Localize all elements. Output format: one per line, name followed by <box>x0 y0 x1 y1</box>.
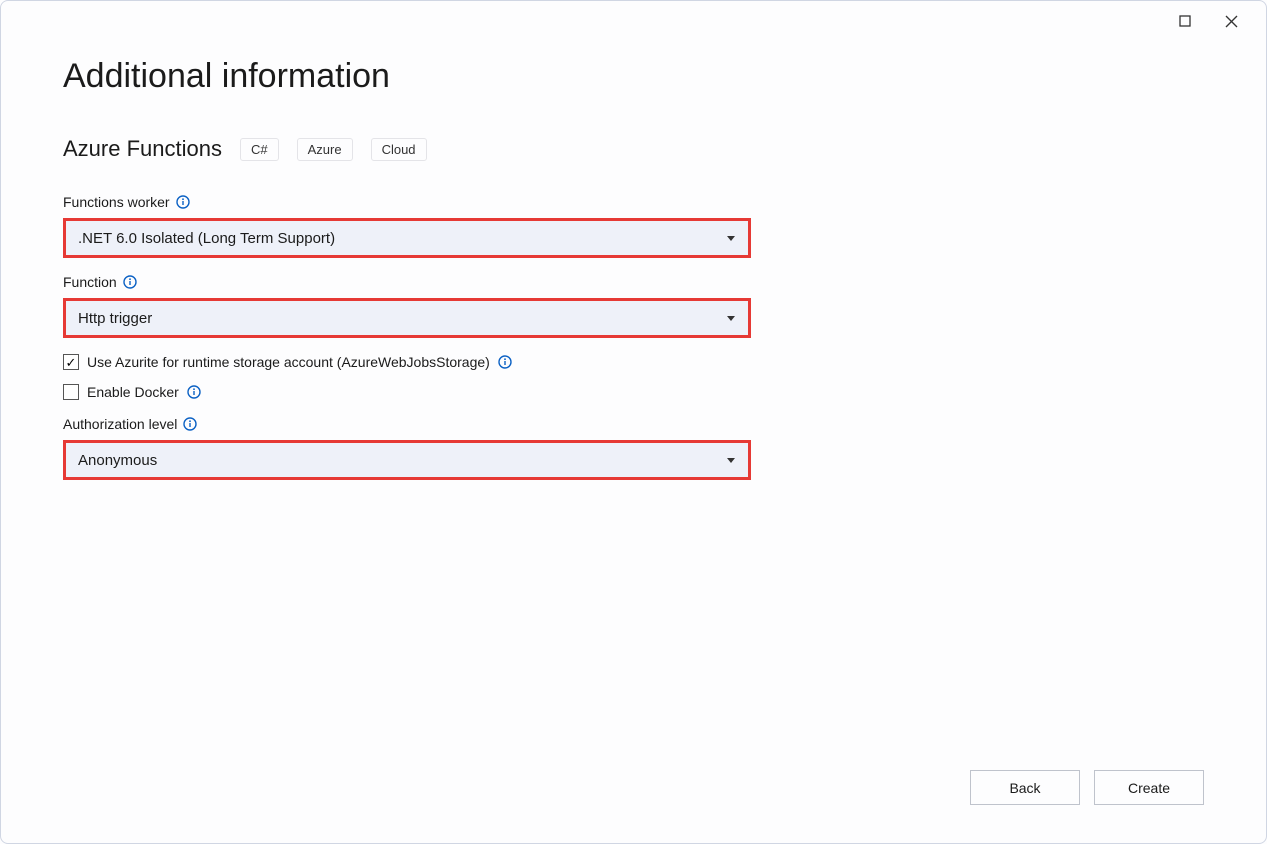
subtitle: Azure Functions <box>63 136 222 162</box>
authorization-level-label: Authorization level <box>63 416 177 432</box>
label-row: Authorization level <box>63 416 1204 432</box>
close-button[interactable] <box>1218 8 1244 34</box>
subtitle-row: Azure Functions C# Azure Cloud <box>63 136 1204 162</box>
authorization-level-value: Anonymous <box>78 452 157 469</box>
info-icon[interactable] <box>123 275 137 289</box>
page-title: Additional information <box>63 57 1204 96</box>
use-azurite-checkbox[interactable] <box>63 354 79 370</box>
enable-docker-label: Enable Docker <box>87 384 179 400</box>
info-icon[interactable] <box>498 355 512 369</box>
footer: Back Create <box>970 770 1204 805</box>
info-icon[interactable] <box>176 195 190 209</box>
functions-worker-group: Functions worker .NET 6.0 Isolated (Long… <box>63 194 1204 258</box>
titlebar <box>1172 1 1266 41</box>
create-button[interactable]: Create <box>1094 770 1204 805</box>
chevron-down-icon <box>726 313 736 323</box>
tag-cloud: Cloud <box>371 138 427 161</box>
info-icon[interactable] <box>183 417 197 431</box>
function-dropdown[interactable]: Http trigger <box>63 298 751 338</box>
label-row: Functions worker <box>63 194 1204 210</box>
function-value: Http trigger <box>78 310 152 327</box>
tag-csharp: C# <box>240 138 279 161</box>
functions-worker-dropdown[interactable]: .NET 6.0 Isolated (Long Term Support) <box>63 218 751 258</box>
maximize-button[interactable] <box>1172 8 1198 34</box>
function-group: Function Http trigger <box>63 274 1204 338</box>
chevron-down-icon <box>726 233 736 243</box>
functions-worker-label: Functions worker <box>63 194 170 210</box>
enable-docker-row: Enable Docker <box>63 384 1204 400</box>
label-row: Function <box>63 274 1204 290</box>
authorization-level-dropdown[interactable]: Anonymous <box>63 440 751 480</box>
content-area: Additional information Azure Functions C… <box>1 1 1266 480</box>
enable-docker-checkbox[interactable] <box>63 384 79 400</box>
back-button[interactable]: Back <box>970 770 1080 805</box>
info-icon[interactable] <box>187 385 201 399</box>
dialog-window: Additional information Azure Functions C… <box>0 0 1267 844</box>
use-azurite-label: Use Azurite for runtime storage account … <box>87 354 490 370</box>
tag-azure: Azure <box>297 138 353 161</box>
maximize-icon <box>1179 15 1191 27</box>
functions-worker-value: .NET 6.0 Isolated (Long Term Support) <box>78 230 335 247</box>
function-label: Function <box>63 274 117 290</box>
chevron-down-icon <box>726 455 736 465</box>
use-azurite-row: Use Azurite for runtime storage account … <box>63 354 1204 370</box>
close-icon <box>1225 15 1238 28</box>
authorization-level-group: Authorization level Anonymous <box>63 416 1204 480</box>
